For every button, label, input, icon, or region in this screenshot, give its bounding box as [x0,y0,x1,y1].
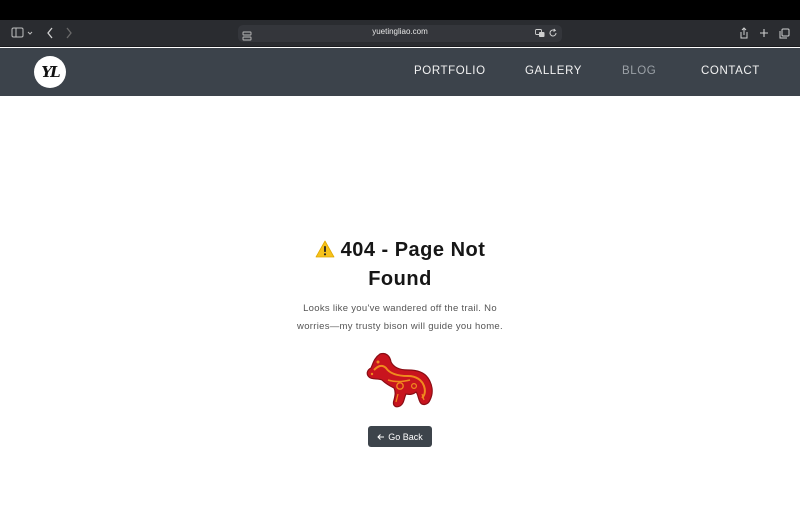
nav-portfolio[interactable]: PORTFOLIO [414,65,486,77]
page-title: 404 - Page Not Found [300,236,500,294]
sidebar-toggle-button[interactable] [10,25,34,41]
forward-nav-button[interactable] [63,25,75,41]
url-text: yuetingliao.com [372,27,428,36]
nav-blog[interactable]: BLOG [622,65,656,77]
new-tab-button[interactable] [758,25,770,41]
plus-icon [760,29,768,37]
back-nav-button[interactable] [44,25,56,41]
share-button[interactable] [738,25,750,41]
reload-icon[interactable] [548,28,558,38]
go-back-button[interactable]: Go Back [368,426,432,447]
bison-illustration [366,352,433,408]
main-content: 404 - Page Not Found Looks like you've w… [0,96,800,520]
arrow-left-icon [377,433,385,440]
chevron-right-icon [66,27,72,39]
address-bar[interactable]: yuetingliao.com [238,25,562,42]
sidebar-icon [11,27,33,38]
warning-icon [315,240,334,258]
tab-overview-button[interactable] [778,25,790,41]
share-icon [740,27,748,39]
browser-toolbar: yuetingliao.com [0,20,800,47]
chevron-left-icon [47,27,53,39]
go-back-label: Go Back [388,431,423,442]
nav-contact[interactable]: CONTACT [701,65,760,77]
error-title-text: 404 - Page Not Found [340,239,486,290]
top-black-strip [0,0,800,20]
site-logo[interactable]: YL [34,56,66,88]
error-message: Looks like you've wandered off the trail… [297,303,503,332]
tabs-icon [779,28,789,38]
nav-gallery[interactable]: GALLERY [525,65,582,77]
site-header: YL PORTFOLIO GALLERY BLOG CONTACT [0,48,800,96]
translate-icon[interactable] [535,28,545,38]
logo-text: YL [41,63,60,81]
